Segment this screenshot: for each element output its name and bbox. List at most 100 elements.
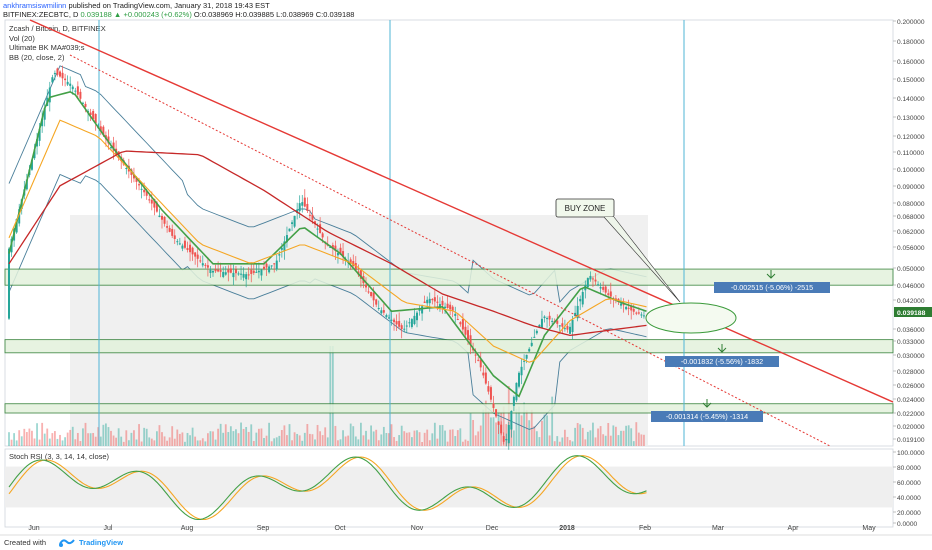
volume-bar: [82, 428, 84, 446]
candle-body: [194, 252, 197, 257]
volume-bar: [143, 427, 146, 446]
rsi-axis-label: 0.0000: [897, 521, 918, 528]
price-chart[interactable]: BUY ZONE -0.002515 (-5.06%) -2515 -0.001…: [0, 0, 932, 536]
volume-bar: [602, 434, 605, 446]
candle-body: [543, 316, 546, 318]
candle-body: [189, 244, 192, 253]
candle-body: [382, 310, 385, 313]
volume-bar: [173, 438, 176, 446]
volume-bar: [558, 441, 561, 446]
volume-bar: [423, 432, 426, 446]
volume-bar: [43, 433, 46, 446]
rsi-band: [5, 466, 893, 508]
candle-body: [375, 299, 378, 305]
volume-bar: [250, 424, 253, 446]
candle-body: [201, 263, 204, 266]
volume-bar: [316, 424, 319, 446]
volume-bar: [156, 431, 158, 446]
candle-body: [250, 269, 253, 275]
candle-body: [459, 322, 462, 325]
volume-bar: [38, 439, 41, 446]
volume-bar: [303, 432, 306, 446]
volume-bar: [617, 435, 620, 446]
volume-bar: [597, 428, 599, 446]
volume-bar: [574, 427, 576, 446]
volume-bar: [186, 432, 189, 446]
stoch-rsi-panel: 100.0000 80.0000 60.0000 40.0000 20.0000 0.00…: [5, 450, 925, 528]
volume-bar: [33, 438, 36, 446]
time-axis[interactable]: Jun Jul Aug Sep Oct Nov Dec 2018 Feb Mar Apr May: [28, 525, 876, 532]
volume-bar: [148, 437, 151, 446]
candle-body: [642, 315, 645, 317]
buy-zone-ellipse[interactable]: [645, 302, 737, 334]
volume-bar: [135, 439, 138, 446]
volume-bar: [433, 422, 436, 446]
volume-bar: [612, 425, 615, 446]
candle-body: [252, 270, 255, 273]
candle-body: [451, 306, 454, 311]
candle-body: [569, 326, 571, 334]
price-axis-label: 0.150000: [897, 77, 925, 84]
price-axis-label: 0.068000: [897, 214, 925, 221]
volume-bar: [533, 426, 536, 446]
candle-body: [163, 216, 166, 224]
volume-bar: [553, 441, 556, 446]
volume-bar: [640, 434, 643, 446]
volume-bar: [31, 430, 33, 446]
candle-body: [500, 424, 503, 434]
candle-body: [390, 319, 393, 321]
volume-bar: [311, 434, 314, 446]
volume-bar: [635, 422, 638, 446]
price-axis-label: 0.046000: [897, 283, 925, 290]
volume-bar: [92, 432, 95, 446]
candle-body: [199, 260, 202, 262]
volume-bar: [59, 434, 61, 446]
volume-bar: [115, 437, 117, 446]
volume-bar: [467, 440, 469, 446]
volume-bar: [441, 425, 444, 446]
candle-body: [589, 275, 592, 280]
tradingview-brand[interactable]: TradingView: [79, 538, 123, 547]
volume-bar: [74, 439, 77, 446]
volume-bar: [543, 414, 546, 446]
candle-body: [316, 228, 319, 230]
price-axis[interactable]: 0.200000 0.180000 0.160000 0.150000 0.140000…: [893, 19, 932, 444]
time-axis-label: Feb: [639, 525, 651, 532]
candle-body: [492, 403, 495, 408]
volume-bar: [265, 435, 268, 446]
volume-bar: [252, 440, 255, 446]
volume-bar: [286, 435, 288, 446]
buy-zone-label: BUY ZONE: [565, 204, 606, 213]
volume-bar: [444, 430, 446, 446]
volume-bar: [130, 432, 133, 446]
volume-bar: [48, 438, 51, 446]
volume-bar: [477, 431, 480, 446]
volume-bar: [599, 426, 602, 446]
volume-bar: [105, 423, 107, 446]
candle-body: [178, 243, 181, 245]
candle-body: [71, 86, 74, 90]
candle-body: [546, 318, 549, 320]
volume-bar: [479, 425, 482, 446]
price-axis-label: 0.022000: [897, 411, 925, 418]
volume-bar: [520, 415, 523, 446]
price-axis-label: 0.024000: [897, 397, 925, 404]
volume-bar: [513, 430, 515, 446]
volume-bar: [416, 430, 418, 446]
volume-bar: [283, 425, 286, 446]
time-axis-label: May: [862, 525, 876, 532]
volume-bar: [487, 410, 490, 446]
candle-body: [482, 372, 485, 376]
volume-bar: [306, 423, 309, 446]
volume-bar: [395, 440, 398, 446]
volume-bar: [20, 436, 23, 446]
price-axis-label: 0.020000: [897, 424, 925, 431]
volume-bar: [418, 432, 421, 446]
candle-body: [510, 410, 513, 430]
volume-bar: [329, 346, 332, 446]
volume-bar: [541, 420, 543, 446]
volume-bar: [219, 423, 222, 446]
time-axis-label: 2018: [559, 525, 575, 532]
candle-body: [400, 325, 403, 330]
candle-body: [214, 269, 217, 272]
